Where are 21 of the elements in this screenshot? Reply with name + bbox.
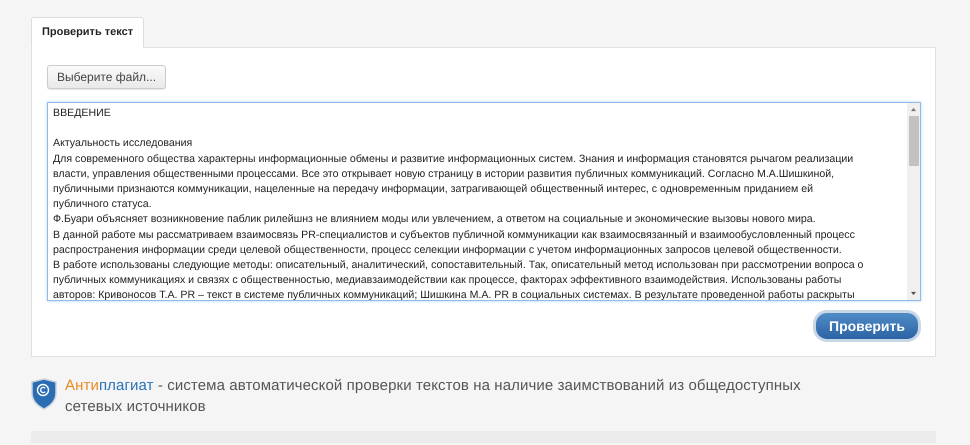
text-line: власти, управления общественными процессами. Все это открывает новую страницу в истории развития публичных коммуникаций. Согласно М.А.Шишкиной, (53, 166, 836, 182)
scrollbar-thumb[interactable] (908, 116, 918, 166)
text-line: публичных коммуникациях и связях с общественностью, медиавзаимодействии как процессе, факторах эффективного взаимодействия. Использованы работы (53, 273, 842, 288)
text-area[interactable] (47, 102, 921, 301)
scroll-down-icon[interactable] (910, 291, 917, 296)
text-line: публичными признаются коммуникации, нацеленные на передачу информации, затрагивающей общественный интерес, с одновременным приданием ей (53, 182, 814, 197)
text-line: публичного статуса. (53, 197, 153, 212)
text-line: В работе использованы следующие методы: описательный, аналитический, сопоставительный. Так, описательный метод использован при рассмотрении вопроса о (53, 258, 864, 274)
choose-file-button[interactable]: Выберите файл... (47, 65, 166, 89)
text-heading: ВВЕДЕНИЕ (53, 106, 112, 121)
shield-copyright-icon (31, 377, 57, 411)
scrollbar[interactable] (907, 103, 920, 300)
text-line: Актуальность исследования (53, 136, 194, 152)
text-line: В данной работе мы рассматриваем взаимосвязь PR-специалистов и субъектов публичной коммуникации как взаимосвязанный и взаимообусловленный процесс (53, 228, 856, 243)
scroll-up-icon[interactable] (910, 107, 917, 112)
text-line: распространения информации среди целевой общественности, процесс селекции информации с учетом информационных запросов целевой общественности. (53, 242, 843, 258)
check-button[interactable]: Проверить (813, 310, 921, 342)
text-line: Ф.Буари объясняет возникновение паблик рилейшнз не влиянием моды или увлечением, а ответом на социальные и экономические вызовы нового мира. (53, 212, 817, 228)
footer-description: Антиплагиат - система автоматической проверки текстов на наличие заимствований из общедоступных сетевых источников (65, 376, 802, 417)
tab[interactable]: Проверить текст (31, 17, 144, 48)
text-line: Для современного общества характерны информационные обмены и развитие информационных систем. Знания и информация становятся рычагом реализации (53, 152, 854, 167)
